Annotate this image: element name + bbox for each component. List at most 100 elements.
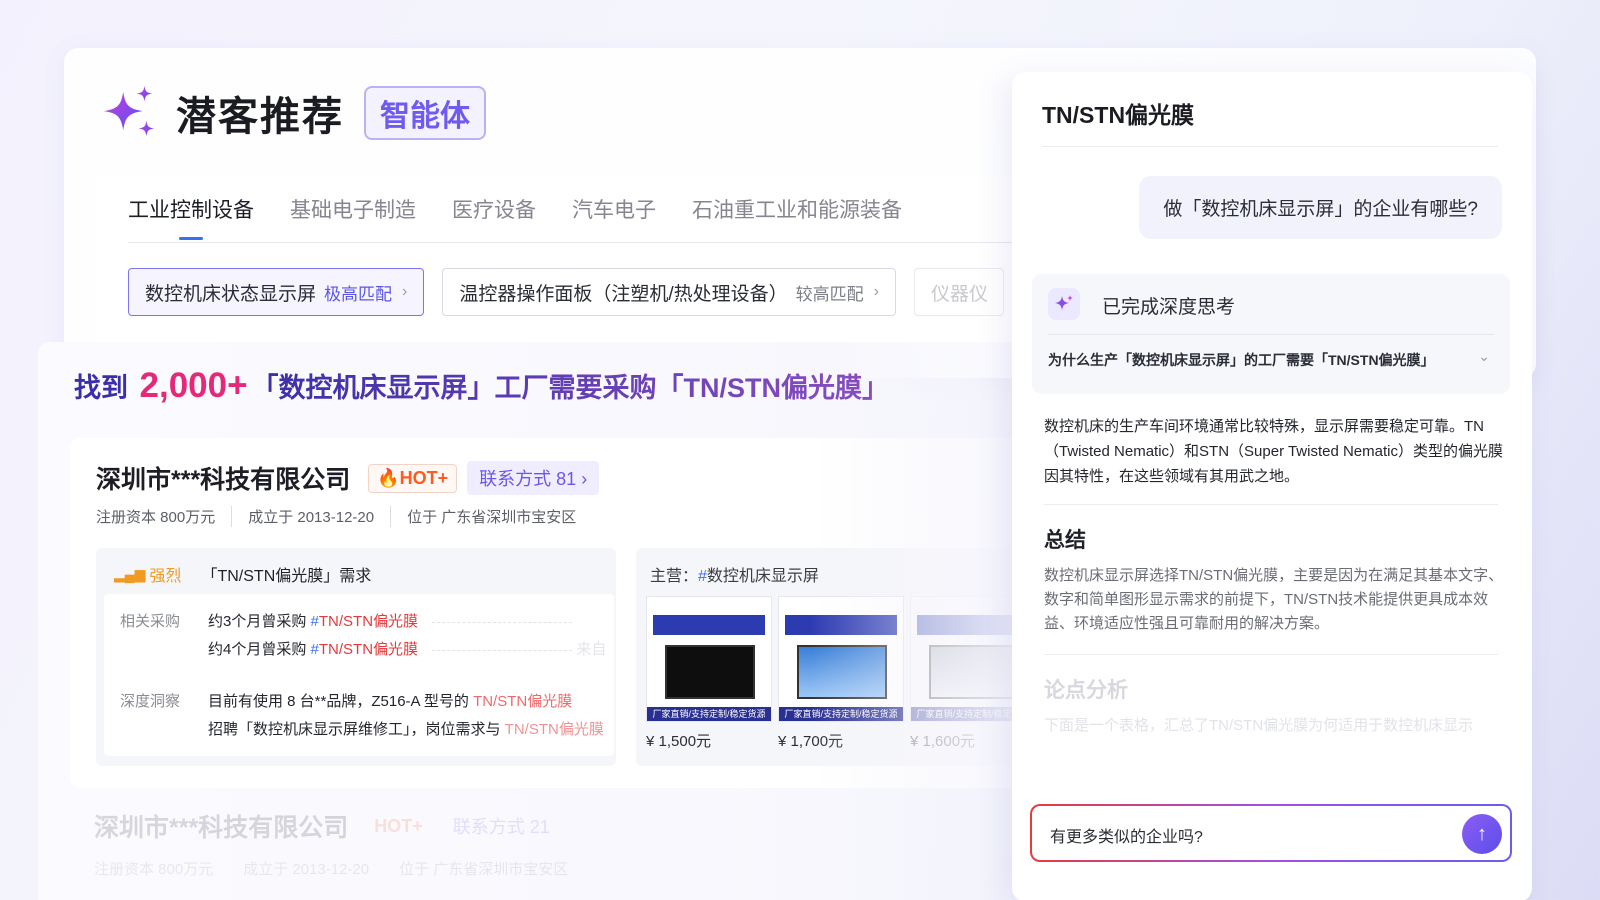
chevron-right-icon: ›: [873, 283, 879, 300]
product-price: ¥ 1,700元: [778, 733, 844, 750]
summary-heading: 总结: [1044, 529, 1086, 552]
signal-bars-icon: ▂▄▆: [114, 565, 146, 582]
founded-date: 成立于 2013-12-20: [231, 506, 390, 527]
tab-medical-devices[interactable]: 医疗设备: [452, 194, 536, 240]
product-chips: 数控机床状态显示屏 极高匹配 › 温控器操作面板（注塑机/热处理设备） 较高匹配…: [128, 268, 1004, 316]
chip-instrument[interactable]: 仪器仪: [913, 268, 1004, 316]
chat-panel: TN/STN偏光膜 做「数控机床显示屏」的企业有哪些? 已完成深度思考 为什么生…: [1012, 72, 1532, 900]
insight-text: 招聘「数控机床显示屏维修工」，岗位需求与: [208, 721, 505, 738]
purchase-text: 约3个月曾采购: [208, 613, 307, 630]
demand-header: ▂▄▆ 强烈 「TN/STN偏光膜」需求: [114, 562, 371, 586]
purchase-row: 约3个月曾采购 #TN/STN偏光膜: [208, 610, 573, 631]
tabs-divider: [128, 242, 1028, 243]
analysis-text: 下面是一个表格，汇总了TN/STN偏光膜为何适用于数控机床显示: [1044, 717, 1474, 734]
company-meta: 注册资本 800万元 成立于 2013-12-20 位于 广东省深圳市宝安区: [96, 506, 592, 527]
contact-button[interactable]: 联系方式 21: [441, 809, 562, 843]
hash-icon: #: [698, 568, 707, 585]
hash-icon: #: [310, 613, 319, 630]
chevron-right-icon: ›: [402, 283, 408, 300]
contact-label: 联系方式 81: [479, 469, 577, 489]
demand-box: ▂▄▆ 强烈 「TN/STN偏光膜」需求 相关采购 约3个月曾采购 #TN/ST…: [96, 548, 616, 766]
purchase-tag[interactable]: TN/STN偏光膜: [319, 641, 418, 658]
summary-text: 数控机床显示屏选择TN/STN偏光膜，主要是因为在满足其基本文字、数字和简单图形…: [1044, 567, 1504, 632]
product-banner: 厂家直销/支持定制/稳定货源: [779, 707, 903, 721]
insight-tag: TN/STN偏光膜: [504, 721, 604, 738]
hot-badge: HOT+: [374, 815, 423, 836]
purchase-source: 来自: [576, 641, 607, 658]
header: 潜客推荐 智能体: [100, 84, 486, 142]
purchase-label: 相关采购: [120, 613, 181, 630]
tab-automotive-electronics[interactable]: 汽车电子: [572, 194, 656, 240]
contact-button[interactable]: 联系方式 81 ›: [467, 461, 600, 495]
purchase-text: 约4个月曾采购: [208, 641, 307, 658]
hot-label: HOT+: [399, 467, 449, 488]
match-level: 极高匹配: [324, 284, 393, 304]
found-prefix: 找到: [74, 373, 128, 403]
tab-industrial-control[interactable]: 工业控制设备: [128, 194, 254, 240]
leader-line: [432, 649, 573, 651]
registered-capital: 注册资本 800万元: [96, 509, 216, 526]
answer-text: 数控机床的生产车间环境通常比较特殊，显示屏需要稳定可靠。TN（Twisted N…: [1044, 418, 1503, 485]
divider: [1042, 146, 1498, 147]
purchase-row: 约4个月曾采购 #TN/STN偏光膜 来自: [208, 638, 606, 659]
chip-thermostat-panel[interactable]: 温控器操作面板（注塑机/热处理设备） 较高匹配 ›: [442, 268, 896, 316]
page-title: 潜客推荐: [176, 95, 344, 139]
chip-cnc-display[interactable]: 数控机床状态显示屏 极高匹配 ›: [128, 268, 425, 316]
products-tag: 数控机床显示屏: [706, 568, 819, 585]
main-products: 主营：#数控机床显示屏 厂家直销/支持定制/稳定货源 ¥ 1,500元 厂家直销…: [636, 548, 1030, 766]
results-summary: 找到 2,000+ 「数控机床显示屏」工厂需要采购「TN/STN偏光膜」: [74, 366, 889, 406]
category-tabs: 工业控制设备 基础电子制造 医疗设备 汽车电子 石油重工业和能源装备: [128, 194, 902, 240]
company-header: 深圳市***科技有限公司 🔥HOT+ 联系方式 81 ›: [96, 460, 600, 496]
demand-title: 「TN/STN偏光膜」需求: [201, 568, 372, 585]
company-card[interactable]: 深圳市***科技有限公司 🔥HOT+ 联系方式 81 › 注册资本 800万元 …: [70, 438, 1030, 788]
company-name: 深圳市***科技有限公司: [94, 814, 349, 842]
hash-icon: #: [310, 641, 319, 658]
send-button[interactable]: ↑: [1462, 814, 1502, 854]
thinking-title: 已完成深度思考: [1102, 297, 1236, 318]
agent-badge: 智能体: [364, 86, 486, 140]
company-meta-next: 注册资本 800万元 成立于 2013-12-20 位于 广东省深圳市宝安区: [94, 861, 569, 878]
divider: [1044, 654, 1498, 655]
found-description: 「数控机床显示屏」工厂需要采购「TN/STN偏光膜」: [251, 373, 890, 403]
product-image: 厂家直销/支持定制/稳定货源: [646, 596, 772, 722]
chat-input[interactable]: 有更多类似的企业吗? ↑: [1030, 804, 1512, 862]
products-label: 主营：: [650, 568, 699, 585]
demand-level: 强烈: [149, 568, 182, 585]
user-message: 做「数控机床显示屏」的企业有哪些?: [1139, 176, 1502, 239]
panel-title: TN/STN偏光膜: [1042, 102, 1195, 128]
insight-text: 目前有使用 8 台**品牌，Z516-A 型号的: [208, 693, 474, 710]
tab-basic-electronics[interactable]: 基础电子制造: [290, 194, 416, 240]
sparkle-icon: [1048, 288, 1080, 320]
chevron-down-icon[interactable]: ⌄: [1478, 348, 1490, 365]
thinking-box: 已完成深度思考 为什么生产「数控机床显示屏」的工厂需要「TN/STN偏光膜」 ⌄: [1032, 274, 1510, 394]
chat-input-value[interactable]: 有更多类似的企业吗?: [1050, 823, 1203, 847]
location: 位于 广东省深圳市宝安区: [390, 506, 592, 527]
fire-icon: 🔥: [377, 467, 400, 488]
products-header: 主营：#数控机床显示屏: [650, 562, 819, 586]
match-level: 较高匹配: [795, 284, 864, 304]
purchase-tag[interactable]: TN/STN偏光膜: [319, 613, 418, 630]
sparkle-icon: [103, 85, 155, 137]
chip-label: 仪器仪: [930, 283, 988, 305]
leader-line: [432, 621, 573, 623]
product-banner: 厂家直销/支持定制/稳定货源: [647, 707, 771, 721]
product-item[interactable]: 厂家直销/支持定制/稳定货源 ¥ 1,500元: [646, 596, 772, 751]
company-card-next[interactable]: 深圳市***科技有限公司 HOT+ 联系方式 21: [94, 808, 562, 844]
product-item[interactable]: 厂家直销/支持定制/稳定货源 ¥ 1,700元: [778, 596, 904, 751]
insight-row: 招聘「数控机床显示屏维修工」，岗位需求与 TN/STN偏光膜: [208, 718, 604, 739]
chip-label: 温控器操作面板（注塑机/热处理设备）: [459, 283, 788, 305]
company-name[interactable]: 深圳市***科技有限公司: [96, 460, 350, 496]
product-image: 厂家直销/支持定制/稳定货源: [778, 596, 904, 722]
tab-petroleum-energy[interactable]: 石油重工业和能源装备: [692, 194, 902, 240]
analysis-heading: 论点分析: [1044, 679, 1128, 702]
arrow-up-icon: ↑: [1477, 822, 1487, 845]
divider: [1044, 504, 1498, 505]
insight-row: 目前有使用 8 台**品牌，Z516-A 型号的 TN/STN偏光膜: [208, 690, 572, 711]
demand-details: 相关采购 约3个月曾采购 #TN/STN偏光膜 约4个月曾采购 #TN/STN偏…: [104, 594, 614, 756]
chip-label: 数控机床状态显示屏: [145, 283, 317, 305]
divider: [1048, 334, 1494, 335]
hot-badge: 🔥HOT+: [368, 463, 458, 493]
product-price: ¥ 1,500元: [646, 733, 712, 750]
thinking-question[interactable]: 为什么生产「数控机床显示屏」的工厂需要「TN/STN偏光膜」: [1048, 350, 1435, 370]
found-count: 2,000+: [139, 366, 248, 405]
